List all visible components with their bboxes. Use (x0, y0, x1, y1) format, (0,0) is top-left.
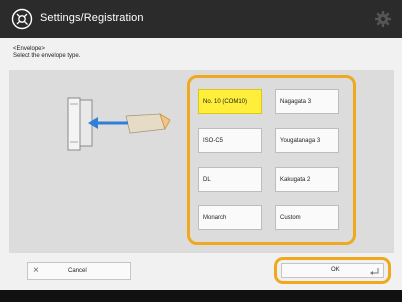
option-kakugata-2[interactable]: Kakugata 2 (275, 167, 339, 192)
cancel-button[interactable]: × Cancel (27, 262, 131, 280)
ok-button-highlight: OK (274, 257, 391, 284)
envelope-feed-illustration (67, 97, 171, 151)
instruction-text: Select the envelope type. (13, 53, 81, 59)
enter-icon (370, 268, 379, 275)
option-yougatanaga-3[interactable]: Yougatanaga 3 (275, 128, 339, 153)
settings-wrench-icon (11, 8, 33, 30)
bottom-bar (0, 290, 402, 302)
option-no10-com10[interactable]: No. 10 (COM10) (198, 89, 262, 114)
close-icon: × (33, 265, 39, 276)
ok-button[interactable]: OK (281, 263, 384, 278)
option-custom[interactable]: Custom (275, 205, 339, 230)
option-dl[interactable]: DL (198, 167, 262, 192)
title-bar: Settings/Registration (0, 0, 402, 38)
gear-icon[interactable] (374, 10, 392, 28)
cancel-label: Cancel (68, 268, 87, 274)
envelope-panel: No. 10 (COM10) Nagagata 3 ISO-C5 Yougata… (9, 70, 394, 253)
ok-label: OK (331, 267, 340, 273)
section-label: <Envelope> (13, 46, 46, 52)
option-iso-c5[interactable]: ISO-C5 (198, 128, 262, 153)
option-monarch[interactable]: Monarch (198, 205, 262, 230)
envelope-options: No. 10 (COM10) Nagagata 3 ISO-C5 Yougata… (187, 75, 356, 245)
page-title: Settings/Registration (40, 12, 144, 24)
instructions: <Envelope> Select the envelope type. (13, 46, 80, 60)
option-nagagata-3[interactable]: Nagagata 3 (275, 89, 339, 114)
